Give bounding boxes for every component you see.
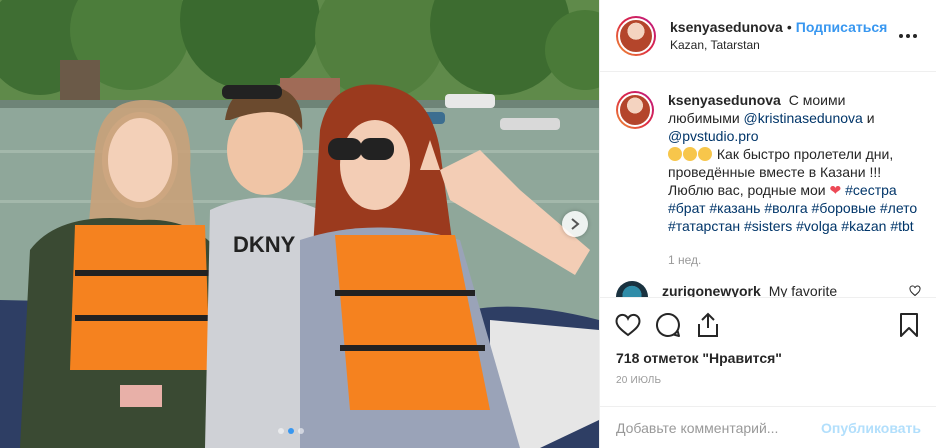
comments-list[interactable]: ksenyasedunova С моими любимыми @kristin… <box>600 73 936 297</box>
like-button[interactable] <box>614 311 642 339</box>
photo-image: DKNY <box>0 0 599 448</box>
commenter-avatar[interactable] <box>616 281 648 297</box>
location-link[interactable]: Kazan, Tatarstan <box>670 38 896 52</box>
publish-button[interactable]: Опубликовать <box>821 420 921 436</box>
chevron-right-icon <box>571 218 580 230</box>
comment-text: My favorite <box>768 283 838 297</box>
heart-icon <box>615 313 641 337</box>
hashtag-link[interactable]: #татарстан <box>668 218 740 234</box>
save-button[interactable] <box>895 311 923 339</box>
comment-button[interactable] <box>654 311 682 339</box>
post-photo[interactable]: DKNY <box>0 0 599 448</box>
carousel-dot <box>298 428 304 434</box>
comment-input[interactable] <box>616 419 822 436</box>
post-side-panel: ksenyasedunova • Подписаться Kazan, Tata… <box>599 0 936 448</box>
kiss-emoji-icon <box>668 147 682 161</box>
separator-dot: • <box>786 19 792 35</box>
carousel-dots <box>278 428 304 434</box>
add-comment-bar: Опубликовать <box>600 406 936 448</box>
hashtag-link[interactable]: #боровые <box>812 200 876 216</box>
svg-text:DKNY: DKNY <box>233 232 296 257</box>
likes-count[interactable]: 718 отметок "Нравится" <box>614 350 923 366</box>
hashtag-link[interactable]: #kazan <box>841 218 886 234</box>
more-options-button[interactable] <box>896 24 920 48</box>
post-actions: 718 отметок "Нравится" 20 ИЮЛЬ <box>600 297 936 407</box>
share-icon <box>698 312 718 337</box>
kiss-emoji-icon <box>683 147 697 161</box>
next-photo-button[interactable] <box>562 211 588 237</box>
share-button[interactable] <box>694 311 722 339</box>
kiss-emoji-icon <box>698 147 712 161</box>
follow-button[interactable]: Подписаться <box>796 19 888 35</box>
avatar[interactable] <box>616 15 656 56</box>
caption-and: и <box>866 110 875 126</box>
mention-link[interactable]: @kristinasedunova <box>744 110 863 126</box>
hashtag-link[interactable]: #сестра <box>845 182 897 198</box>
ellipsis-icon <box>899 33 917 38</box>
red-heart-icon: ❤ <box>829 182 842 198</box>
instagram-post: DKNY ksenyasedunova • Подписаться Kazan,… <box>0 0 936 448</box>
comment-bubble-icon <box>656 312 680 337</box>
hashtag-link[interactable]: #лето <box>880 200 917 216</box>
mention-link[interactable]: @pvstudio.pro <box>668 128 758 144</box>
comment-item: zurigonewyork My favorite <box>616 281 921 297</box>
caption-username[interactable]: ksenyasedunova <box>668 92 781 108</box>
commenter-username[interactable]: zurigonewyork <box>662 283 761 297</box>
post-date[interactable]: 20 ИЮЛЬ <box>614 375 923 386</box>
hashtag-link[interactable]: #волга <box>764 200 807 216</box>
hashtag-link[interactable]: #казань <box>709 200 760 216</box>
caption-time[interactable]: 1 нед. <box>668 253 921 267</box>
bookmark-icon <box>900 313 918 337</box>
like-comment-heart-icon[interactable] <box>909 285 921 297</box>
author-username[interactable]: ksenyasedunova <box>670 19 783 35</box>
caption: ksenyasedunova С моими любимыми @kristin… <box>616 91 921 235</box>
carousel-dot-active <box>288 428 294 434</box>
hashtag-link[interactable]: #брат <box>668 200 705 216</box>
hashtag-link[interactable]: #volga <box>796 218 837 234</box>
post-header: ksenyasedunova • Подписаться Kazan, Tata… <box>600 0 936 72</box>
carousel-dot <box>278 428 284 434</box>
hashtag-link[interactable]: #tbt <box>890 218 913 234</box>
caption-avatar[interactable] <box>616 91 654 129</box>
hashtag-link[interactable]: #sisters <box>744 218 792 234</box>
caption-text: ksenyasedunova С моими любимыми @kristin… <box>668 91 918 235</box>
